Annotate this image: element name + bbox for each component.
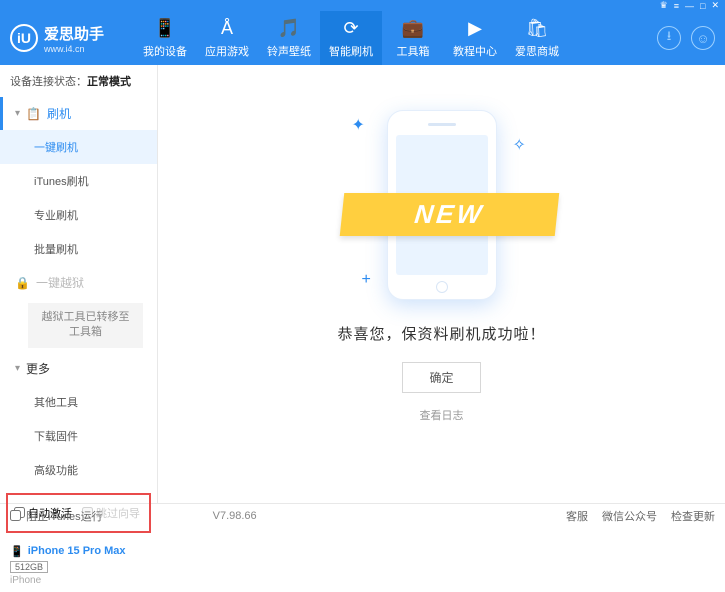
- confirm-button[interactable]: 确定: [402, 362, 480, 393]
- nav-icon: 📱: [154, 18, 176, 39]
- connection-status: 设备连接状态：正常模式: [0, 65, 157, 97]
- close-icon[interactable]: ✕: [711, 0, 719, 11]
- sidebar-item-flash-1[interactable]: iTunes刷机: [0, 164, 157, 198]
- sidebar-item-flash-0[interactable]: 一键刷机: [0, 130, 157, 164]
- nav-item-2[interactable]: 🎵 铃声壁纸: [258, 11, 320, 65]
- chevron-down-icon: ▾: [15, 108, 20, 119]
- nav-item-4[interactable]: 💼 工具箱: [382, 11, 444, 65]
- nav-item-3[interactable]: ⟳ 智能刷机: [320, 11, 382, 65]
- nav-label: 铃声壁纸: [267, 43, 311, 59]
- gift-icon[interactable]: ♛: [660, 0, 668, 11]
- header: iU 爱思助手 www.i4.cn 📱 我的设备 Å 应用游戏 🎵 铃声壁纸 ⟳ 智能刷机 💼 工…: [0, 11, 725, 65]
- new-ribbon: NEW: [339, 193, 559, 236]
- sidebar-group-more[interactable]: ▾ 更多: [0, 352, 157, 385]
- sidebar-group-flash[interactable]: ▾ 📋 刷机: [0, 97, 157, 130]
- minimize-icon[interactable]: —: [685, 1, 694, 11]
- success-message: 恭喜您，保资料刷机成功啦！: [337, 323, 545, 344]
- sparkle-icon: ✦: [352, 115, 366, 129]
- nav-label: 爱思商城: [515, 43, 559, 59]
- phone-icon: 📋: [26, 107, 41, 121]
- nav-bar: 📱 我的设备 Å 应用游戏 🎵 铃声壁纸 ⟳ 智能刷机 💼 工具箱 ▶ 教程中心 🛍 爱思商城: [134, 11, 657, 65]
- titlebar: ♛ ≡ — □ ✕: [0, 0, 725, 11]
- device-info[interactable]: 📱 iPhone 15 Pro Max 512GB iPhone: [0, 539, 157, 592]
- maximize-icon[interactable]: □: [700, 1, 705, 11]
- nav-icon: 🎵: [278, 18, 300, 39]
- nav-icon: 🛍: [526, 18, 549, 39]
- nav-item-1[interactable]: Å 应用游戏: [196, 11, 258, 65]
- nav-icon: Å: [221, 18, 233, 39]
- success-illustration: ✦ ✧ + NEW: [332, 105, 552, 305]
- sidebar-item-flash-3[interactable]: 批量刷机: [0, 232, 157, 266]
- device-type: iPhone: [10, 575, 147, 586]
- chevron-down-icon: ▾: [15, 363, 20, 374]
- phone-icon: 📱: [10, 545, 24, 558]
- view-log-link[interactable]: 查看日志: [420, 407, 464, 423]
- nav-icon: ▶: [468, 18, 482, 39]
- main-content: ✦ ✧ + NEW 恭喜您，保资料刷机成功啦！ 确定 查看日志: [158, 65, 725, 503]
- sidebar-item-more-0[interactable]: 其他工具: [0, 385, 157, 419]
- nav-icon: ⟳: [343, 18, 358, 39]
- nav-item-0[interactable]: 📱 我的设备: [134, 11, 196, 65]
- sparkle-icon: ✧: [513, 135, 527, 149]
- footer-link-2[interactable]: 检查更新: [671, 508, 715, 524]
- sidebar-group-jailbreak: 🔒 一键越狱: [0, 266, 157, 299]
- nav-icon: 💼: [402, 18, 424, 39]
- nav-label: 我的设备: [143, 43, 187, 59]
- download-button[interactable]: ⭳: [657, 26, 681, 50]
- nav-label: 应用游戏: [205, 43, 249, 59]
- jailbreak-notice[interactable]: 越狱工具已转移至工具箱: [28, 303, 143, 348]
- sidebar-item-flash-2[interactable]: 专业刷机: [0, 198, 157, 232]
- sidebar: 设备连接状态：正常模式 ▾ 📋 刷机 一键刷机iTunes刷机专业刷机批量刷机 …: [0, 65, 158, 503]
- app-subtitle: www.i4.cn: [44, 44, 104, 54]
- sidebar-item-more-1[interactable]: 下载固件: [0, 419, 157, 453]
- app-title: 爱思助手: [44, 23, 104, 44]
- nav-label: 教程中心: [453, 43, 497, 59]
- block-itunes-checkbox[interactable]: 阻止iTunes运行: [10, 508, 103, 524]
- lock-icon: 🔒: [15, 276, 30, 290]
- nav-label: 智能刷机: [329, 43, 373, 59]
- logo-badge-icon: iU: [10, 24, 38, 52]
- device-capacity: 512GB: [10, 561, 48, 573]
- nav-item-5[interactable]: ▶ 教程中心: [444, 11, 506, 65]
- nav-item-6[interactable]: 🛍 爱思商城: [506, 11, 568, 65]
- sidebar-item-more-2[interactable]: 高级功能: [0, 453, 157, 487]
- footer-link-1[interactable]: 微信公众号: [602, 508, 657, 524]
- sparkle-icon: +: [362, 271, 376, 285]
- version-label: V7.98.66: [213, 510, 257, 522]
- user-button[interactable]: ☺: [691, 26, 715, 50]
- logo: iU 爱思助手 www.i4.cn: [10, 23, 104, 54]
- footer-link-0[interactable]: 客服: [566, 508, 588, 524]
- menu-icon[interactable]: ≡: [674, 1, 679, 11]
- nav-label: 工具箱: [397, 43, 430, 59]
